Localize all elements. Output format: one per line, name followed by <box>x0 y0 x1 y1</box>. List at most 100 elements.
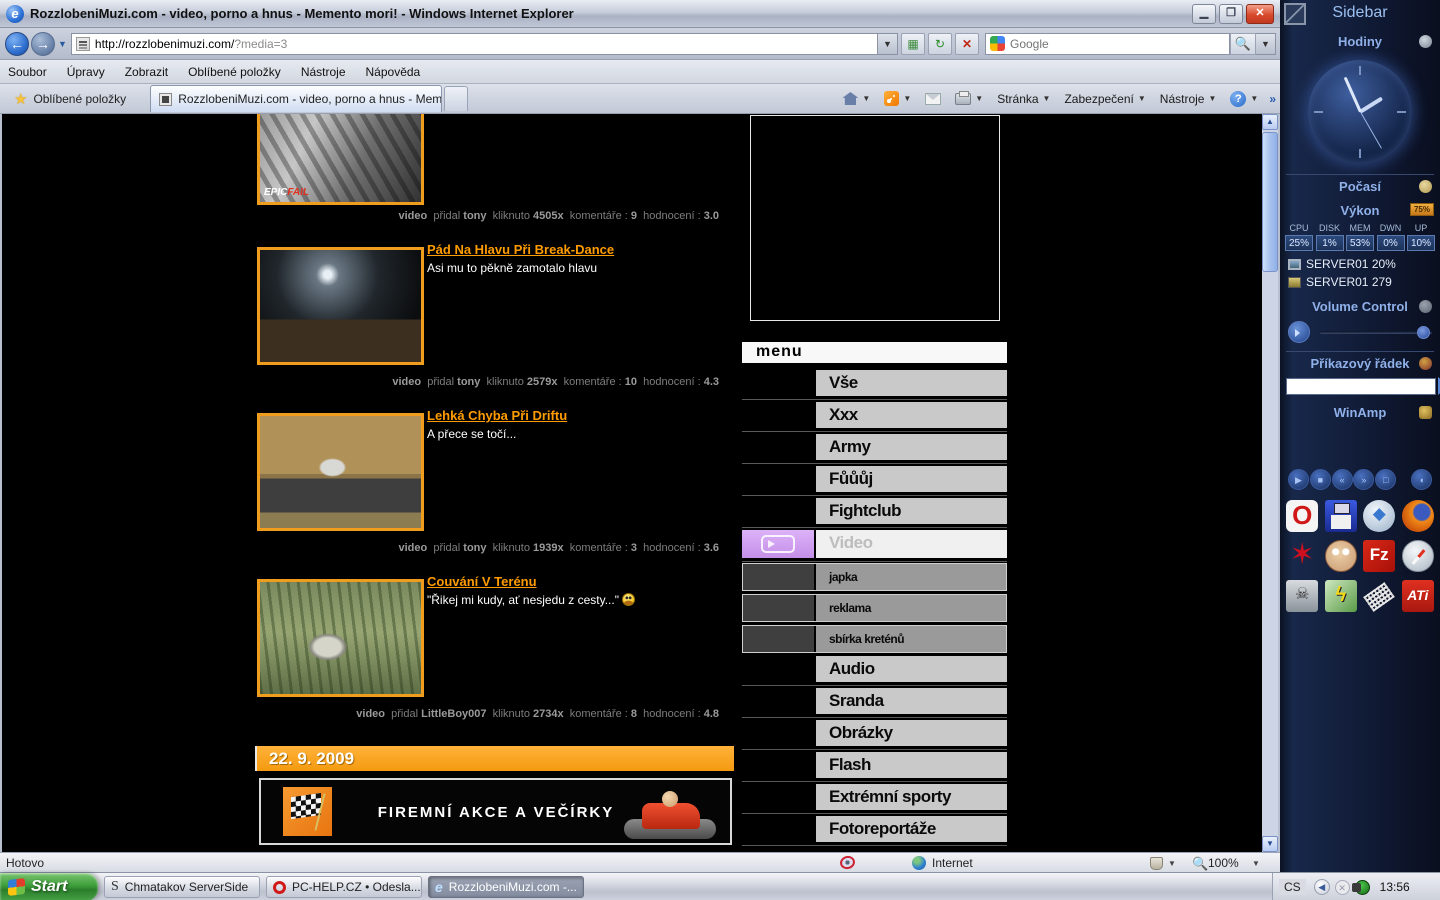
filezilla-icon[interactable]: Fz <box>1363 540 1395 572</box>
taskbar-item-pchelp[interactable]: PC-HELP.CZ • Odesla... <box>266 876 422 898</box>
menu-item-sranda[interactable]: Sranda <box>742 688 1007 714</box>
menu-subitem-reklama[interactable]: reklama <box>742 594 1007 622</box>
video-thumbnail[interactable] <box>257 579 424 697</box>
tray-chevron-icon[interactable]: ◀ <box>1314 879 1330 895</box>
menu-item-vse[interactable]: Vše <box>742 370 1007 396</box>
command-line-input[interactable] <box>1286 378 1436 395</box>
window-button[interactable]: □ <box>1375 469 1396 490</box>
scroll-down-arrow[interactable]: ▼ <box>1262 836 1278 852</box>
hardware-skull-icon[interactable]: ☠ <box>1286 580 1318 612</box>
feeds-button[interactable]: ▼ <box>884 91 911 106</box>
tab-active[interactable]: RozzlobeniMuzi.com - video, porno a hnus… <box>150 85 442 112</box>
home-button[interactable]: ▼ <box>842 92 870 105</box>
zoom-dropdown[interactable]: ▼ <box>1252 859 1260 868</box>
address-input[interactable]: http://rozzlobenimuzi.com/?media=3 <box>71 33 878 55</box>
red-lizard-icon[interactable]: ✶ <box>1286 540 1318 572</box>
speaker-mini-icon[interactable] <box>1419 300 1432 313</box>
ati-icon[interactable]: ATi <box>1402 580 1434 612</box>
tray-x-icon[interactable]: ✕ <box>1335 880 1350 895</box>
stop-button[interactable]: ■ <box>1310 469 1331 490</box>
protected-mode-icon[interactable] <box>1150 857 1163 870</box>
analog-clock[interactable] <box>1308 60 1412 164</box>
menu-item-fightclub[interactable]: Fightclub <box>742 498 1007 524</box>
floppy-save-icon[interactable] <box>1325 500 1357 532</box>
face-avatar-icon[interactable] <box>1325 540 1357 572</box>
language-indicator[interactable]: CS <box>1279 879 1306 895</box>
gem-app-icon[interactable] <box>1363 500 1395 532</box>
back-button[interactable]: ← <box>5 32 29 56</box>
volume-slider-handle[interactable] <box>1417 326 1430 339</box>
winamp-mini-icon[interactable] <box>1419 406 1432 419</box>
search-button[interactable]: 🔍 <box>1230 33 1256 55</box>
menu-item-fotoreportaze[interactable]: Fotoreportáže <box>742 816 1007 842</box>
menu-oblibene[interactable]: Oblíbené položky <box>188 65 281 79</box>
menu-item-xxx[interactable]: Xxx <box>742 402 1007 428</box>
tray-network-icon[interactable] <box>1355 880 1370 895</box>
scroll-up-arrow[interactable]: ▲ <box>1262 114 1278 130</box>
search-box[interactable] <box>985 33 1230 55</box>
search-input[interactable] <box>1010 37 1225 51</box>
taskbar-item-rozzlobenimuzi[interactable]: e RozzlobeniMuzi.com -... <box>428 876 584 898</box>
video-thumbnail[interactable]: EPICFAIL <box>257 114 424 205</box>
winamp-volume-button[interactable]: ◖ <box>1411 469 1432 490</box>
mesh-item-icon[interactable] <box>1363 582 1395 612</box>
menu-subitem-japka[interactable]: japka <box>742 563 1007 591</box>
page-menu-button[interactable]: Stránka▼ <box>997 92 1050 106</box>
menu-upravy[interactable]: Úpravy <box>67 65 105 79</box>
taskbar-item-chmatakov[interactable]: S Chmatakov ServerSide <box>104 876 260 898</box>
overflow-chevron[interactable]: » <box>1269 92 1276 106</box>
menu-item-fuuuj[interactable]: Fůůůj <box>742 466 1007 492</box>
mail-button[interactable] <box>925 93 941 105</box>
close-button[interactable]: ✕ <box>1246 4 1274 24</box>
minimize-button[interactable]: ▁ <box>1192 4 1216 24</box>
next-button[interactable]: » <box>1353 469 1374 490</box>
opera-icon[interactable]: O <box>1286 500 1318 532</box>
print-button[interactable]: ▼ <box>955 93 983 105</box>
menu-subitem-sbirka-kretenu[interactable]: sbírka kreténů <box>742 625 1007 653</box>
previous-button[interactable]: « <box>1332 469 1353 490</box>
speaker-button[interactable] <box>1288 321 1310 343</box>
video-title-link[interactable]: Lehká Chyba Při Driftu <box>427 408 567 423</box>
menu-item-audio[interactable]: Audio <box>742 656 1007 682</box>
stop-button[interactable]: ✕ <box>955 33 979 55</box>
ad-banner[interactable]: FIREMNÍ AKCE A VEČÍRKY <box>259 778 732 845</box>
menu-nastroje[interactable]: Nástroje <box>301 65 346 79</box>
protected-mode-dropdown[interactable]: ▼ <box>1168 859 1176 868</box>
recent-pages-dropdown[interactable]: ▼ <box>58 39 67 49</box>
restore-button[interactable]: ❐ <box>1219 4 1243 24</box>
search-options-dropdown[interactable]: ▼ <box>1256 33 1276 55</box>
menu-napoveda[interactable]: Nápověda <box>366 65 421 79</box>
menu-soubor[interactable]: Soubor <box>8 65 47 79</box>
vertical-scrollbar[interactable]: ▲ ▼ <box>1262 114 1278 852</box>
forward-button[interactable]: → <box>31 32 55 56</box>
refresh-button[interactable]: ↻ <box>928 33 952 55</box>
security-menu-button[interactable]: Zabezpečení▼ <box>1064 92 1145 106</box>
tools-menu-button[interactable]: Nástroje▼ <box>1160 92 1217 106</box>
menu-item-extremni-sporty[interactable]: Extrémní sporty <box>742 784 1007 810</box>
menu-zobrazit[interactable]: Zobrazit <box>125 65 168 79</box>
compatibility-view-button[interactable]: ▦ <box>901 33 925 55</box>
safari-compass-icon[interactable] <box>1402 540 1434 572</box>
menu-item-obrazky[interactable]: Obrázky <box>742 720 1007 746</box>
video-thumbnail[interactable] <box>257 247 424 365</box>
video-title-link[interactable]: Couvání V Terénu <box>427 574 537 589</box>
firefox-icon[interactable] <box>1402 500 1434 532</box>
volume-slider[interactable] <box>1320 331 1432 334</box>
address-dropdown[interactable]: ▼ <box>878 33 898 55</box>
zoom-level[interactable]: 100% <box>1208 856 1239 870</box>
weather-mini-icon[interactable] <box>1419 180 1432 193</box>
video-thumbnail[interactable] <box>257 413 424 531</box>
start-button[interactable]: Start <box>0 873 98 900</box>
help-button[interactable]: ?▼ <box>1230 91 1258 107</box>
new-tab-button[interactable] <box>444 86 468 111</box>
menu-item-flash[interactable]: Flash <box>742 752 1007 778</box>
menu-item-army[interactable]: Army <box>742 434 1007 460</box>
favorites-button[interactable]: ★ Oblíbené položky <box>4 87 136 111</box>
menu-item-video-active[interactable]: Video <box>742 530 1007 558</box>
cmd-mini-icon[interactable] <box>1419 357 1432 370</box>
play-button[interactable]: ▶ <box>1288 469 1309 490</box>
green-notes-icon[interactable]: ϟ <box>1325 580 1357 612</box>
scrollbar-thumb[interactable] <box>1262 132 1278 272</box>
video-title-link[interactable]: Pád Na Hlavu Při Break-Dance <box>427 242 614 257</box>
clock-mini-icon[interactable] <box>1419 35 1432 48</box>
